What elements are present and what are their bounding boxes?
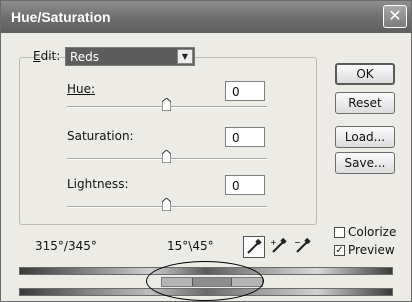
highlight-ellipse: [146, 261, 264, 301]
lightness-input[interactable]: 0: [225, 175, 265, 195]
saturation-slider-thumb[interactable]: [162, 150, 171, 163]
lightness-label: Lightness:: [67, 177, 129, 191]
eyedropper-plus-button[interactable]: +: [269, 236, 291, 258]
edit-label: Edit:: [33, 49, 61, 63]
title-bar[interactable]: Hue/Saturation ✕: [1, 1, 411, 33]
lightness-slider-thumb[interactable]: [162, 198, 171, 211]
close-icon: ✕: [388, 6, 402, 25]
eyedropper-minus-icon: −: [294, 237, 311, 253]
saturation-label: Saturation:: [67, 129, 134, 143]
range-right-readout: 15°\45°: [167, 239, 214, 253]
svg-text:−: −: [294, 238, 301, 247]
hue-slider-thumb[interactable]: [162, 98, 171, 111]
load-button[interactable]: Load...: [335, 126, 395, 148]
eyedropper-button[interactable]: [243, 236, 265, 258]
edit-channel-value: Reds: [70, 50, 100, 64]
colorize-label[interactable]: Colorize: [348, 225, 396, 239]
dialog-title: Hue/Saturation: [11, 9, 111, 25]
range-left-readout: 315°/345°: [35, 239, 97, 253]
reset-button[interactable]: Reset: [335, 92, 395, 114]
chevron-down-icon[interactable]: ▼: [177, 49, 193, 64]
hue-saturation-dialog: Hue/Saturation ✕ Edit: Reds ▼ Hue: 0 Sat…: [0, 0, 412, 302]
ok-button[interactable]: OK: [335, 63, 395, 85]
eyedropper-minus-button[interactable]: −: [293, 236, 315, 258]
hue-label: Hue:: [67, 82, 96, 96]
close-button[interactable]: ✕: [383, 5, 407, 28]
saturation-input[interactable]: 0: [225, 127, 265, 147]
eyedropper-plus-icon: +: [270, 237, 287, 253]
edit-channel-select[interactable]: Reds ▼: [65, 47, 195, 66]
hue-input[interactable]: 0: [225, 81, 265, 101]
preview-checkbox[interactable]: ✓: [334, 245, 345, 256]
save-button[interactable]: Save...: [335, 152, 395, 174]
colorize-checkbox[interactable]: [334, 227, 345, 238]
preview-label[interactable]: Preview: [348, 243, 395, 257]
eyedropper-icon: [247, 238, 262, 254]
svg-text:+: +: [270, 238, 277, 247]
